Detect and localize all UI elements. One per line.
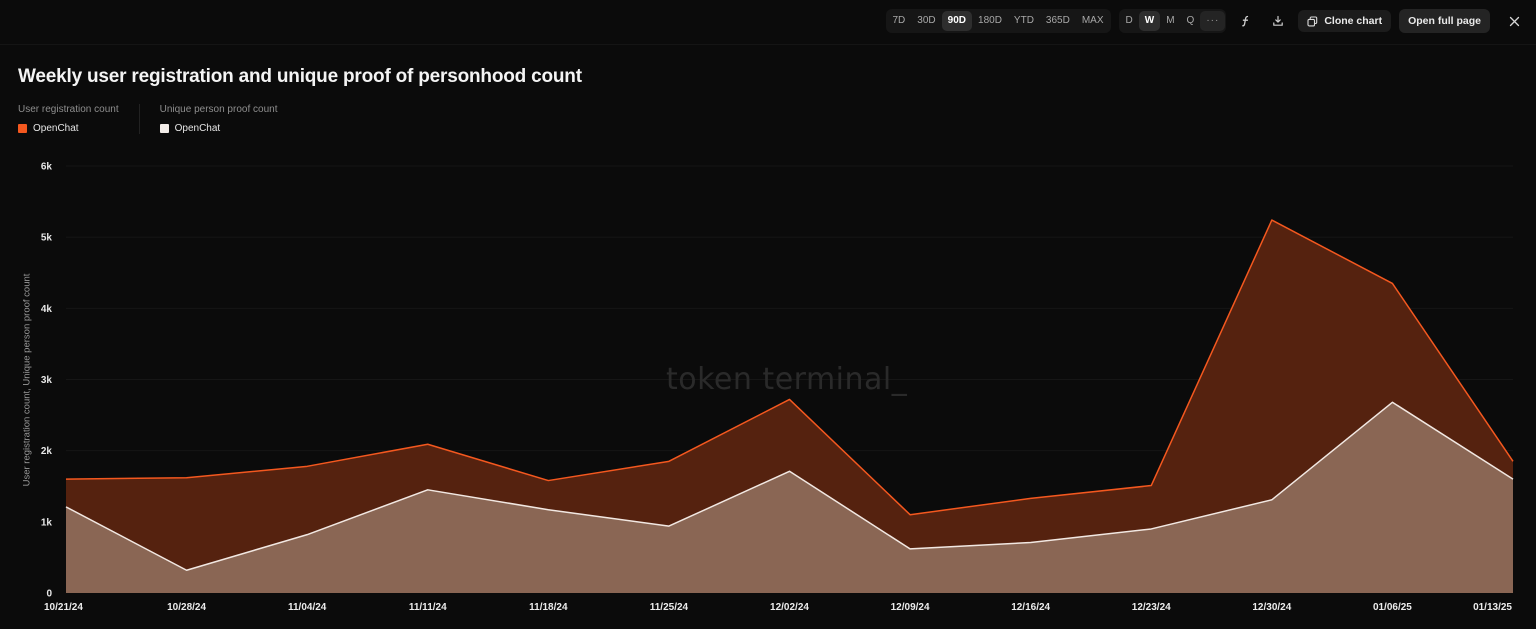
x-tick-label: 01/13/25 <box>1473 602 1512 613</box>
y-tick-label: 5k <box>41 233 53 244</box>
y-tick-label: 1k <box>41 517 53 528</box>
y-tick-label: 2k <box>41 446 53 457</box>
y-tick-label: 6k <box>41 162 53 173</box>
y-axis-label: User registration count, Unique person p… <box>21 273 33 487</box>
x-tick-label: 12/02/24 <box>770 602 809 613</box>
x-tick-label: 11/11/24 <box>409 602 447 613</box>
y-tick-label: 0 <box>46 589 52 600</box>
x-tick-label: 11/25/24 <box>650 602 689 613</box>
chart-series <box>65 219 1514 593</box>
x-tick-label: 10/28/24 <box>167 602 206 613</box>
chart-plot: 0 1k 2k 3k 4k 5k 6k 10/21/24 10/28/24 11/04/24 11… <box>41 162 1514 613</box>
x-tick-label: 12/09/24 <box>891 602 930 613</box>
y-tick-label: 4k <box>41 304 53 315</box>
x-tick-label: 12/16/24 <box>1011 602 1050 613</box>
x-tick-label: 12/30/24 <box>1252 602 1291 613</box>
x-tick-label: 01/06/25 <box>1373 602 1412 613</box>
x-tick-label: 12/23/24 <box>1132 602 1171 613</box>
x-tick-label: 10/21/24 <box>44 602 83 613</box>
x-tick-label: 11/18/24 <box>529 602 568 613</box>
y-axis-ticks: 0 1k 2k 3k 4k 5k 6k <box>41 162 53 600</box>
x-tick-label: 11/04/24 <box>288 602 327 613</box>
watermark: token terminal_ <box>666 362 908 397</box>
y-tick-label: 3k <box>41 375 53 386</box>
x-axis-ticks: 10/21/24 10/28/24 11/04/24 11/11/24 11/18/24… <box>44 602 1512 613</box>
